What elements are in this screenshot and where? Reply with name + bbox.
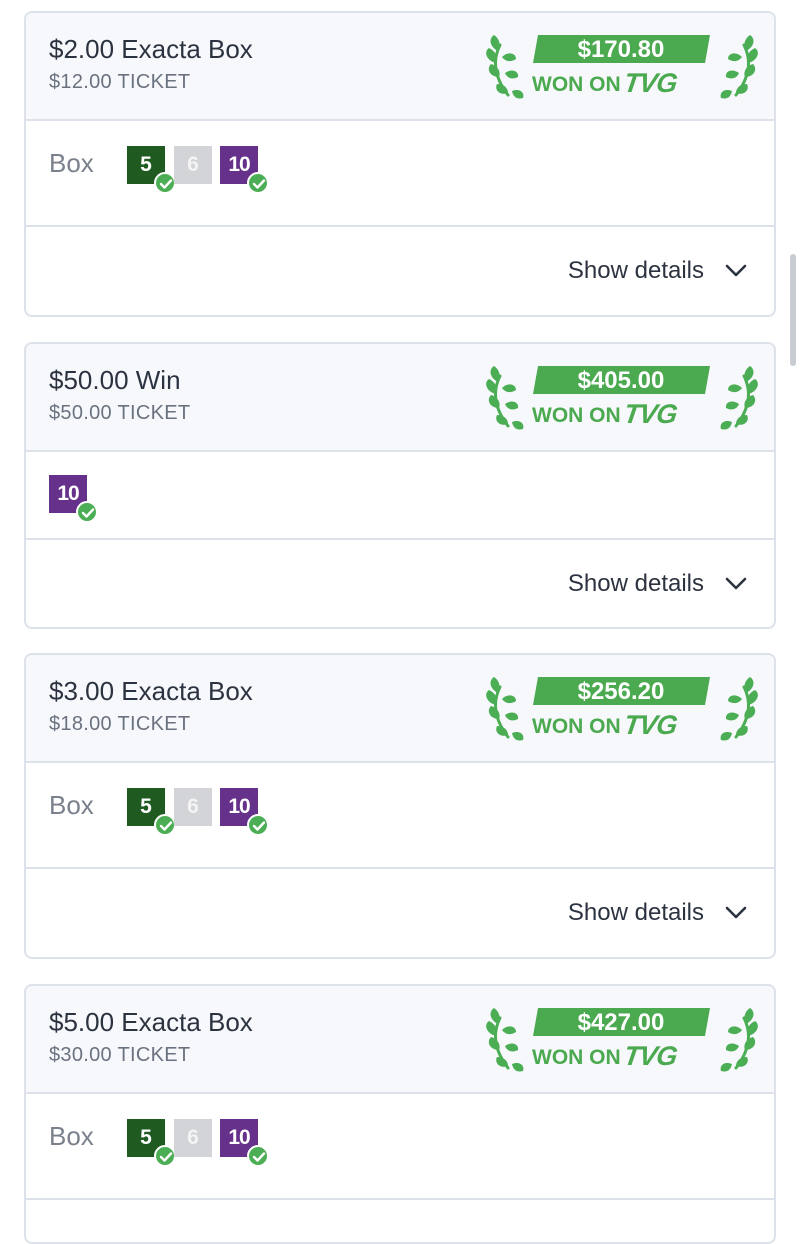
won-on-label: WON ON [532,1046,621,1069]
runner-saddlecloth-5: 5 [127,788,176,836]
laurel-wreath-icon [720,35,758,99]
laurel-wreath-icon [720,677,758,741]
laurel-wreath-icon [720,1008,758,1072]
runner-number: 10 [228,1126,250,1149]
won-on-label: WON ON [532,73,621,96]
won-badge: $427.00 WON ON TVG [486,1006,758,1076]
runner-saddlecloth-5: 5 [127,146,176,194]
wager-card: $2.00 Exacta Box $12.00 TICKET $170.80 WO… [24,11,776,317]
runner-number: 5 [140,1126,152,1149]
wager-title: $3.00 Exacta Box [49,676,253,706]
wager-title: $5.00 Exacta Box [49,1007,253,1037]
chevron-down-icon[interactable] [724,905,748,921]
show-details-row[interactable]: Show details [26,540,774,627]
laurel-wreath-icon [486,366,524,430]
ticket-cost: $30.00 TICKET [49,1044,191,1066]
payout-amount: $170.80 [578,36,665,63]
wager-card: $50.00 Win $50.00 TICKET $405.00 WON ON TV… [24,342,776,629]
wager-card-header: $2.00 Exacta Box $12.00 TICKET $170.80 WO… [26,13,774,121]
runner-saddlecloth-10: 10 [49,475,98,523]
ticket-cost: $50.00 TICKET [49,402,191,424]
wager-title: $50.00 Win [49,365,181,395]
scrollbar-thumb[interactable] [790,254,796,366]
won-on-label: WON ON [532,404,621,427]
chevron-down-icon[interactable] [724,576,748,592]
wager-card-header: $5.00 Exacta Box $30.00 TICKET $427.00 WO… [26,986,774,1094]
wager-card: $3.00 Exacta Box $18.00 TICKET $256.20 WO… [24,653,776,959]
runner-saddlecloth-5: 5 [127,1119,176,1167]
check-circle-icon [154,814,176,836]
check-circle-icon [76,501,98,523]
laurel-wreath-icon [486,35,524,99]
payout-amount: $405.00 [578,367,665,394]
runner-saddlecloth-6: 6 [174,788,212,826]
runner-saddlecloth-6: 6 [174,146,212,184]
wager-selections: Box 5 6 10 [26,121,774,227]
wager-title: $2.00 Exacta Box [49,34,253,64]
won-badge: $170.80 WON ON TVG [486,33,758,103]
show-details-row[interactable]: Show details [26,869,774,957]
wager-history-list: $2.00 Exacta Box $12.00 TICKET $170.80 WO… [0,0,801,1244]
won-badge: $256.20 WON ON TVG [486,675,758,745]
check-circle-icon [247,1145,269,1167]
won-on-label: WON ON [532,715,621,738]
wager-card: $5.00 Exacta Box $30.00 TICKET $427.00 WO… [24,984,776,1244]
bet-type-label: Box [49,790,94,820]
ticket-cost: $12.00 TICKET [49,71,191,93]
runner-number: 10 [57,482,79,505]
wager-selections: Box 5 6 10 [26,1094,774,1200]
runner-number: 10 [228,153,250,176]
runner-number: 5 [140,795,152,818]
runner-saddlecloth-10: 10 [220,1119,269,1167]
won-badge: $405.00 WON ON TVG [486,364,758,434]
tvg-logo: TVG [622,67,680,98]
tvg-logo: TVG [622,398,680,429]
check-circle-icon [247,172,269,194]
wager-card-header: $3.00 Exacta Box $18.00 TICKET $256.20 WO… [26,655,774,763]
wager-selections: Box 5 6 10 [26,763,774,869]
laurel-wreath-icon [720,366,758,430]
runner-number: 10 [228,795,250,818]
chevron-down-icon[interactable] [724,263,748,279]
runner-number: 6 [187,153,199,176]
check-circle-icon [154,1145,176,1167]
show-details-button[interactable]: Show details [568,899,704,927]
show-details-button[interactable]: Show details [568,570,704,598]
payout-amount: $256.20 [578,678,665,705]
runner-saddlecloth-6: 6 [174,1119,212,1157]
wager-selections: 10 [26,452,774,540]
laurel-wreath-icon [486,1008,524,1072]
show-details-row[interactable]: Show details [26,227,774,315]
check-circle-icon [154,172,176,194]
check-circle-icon [247,814,269,836]
show-details-button[interactable]: Show details [568,257,704,285]
ticket-cost: $18.00 TICKET [49,713,191,735]
laurel-wreath-icon [486,677,524,741]
bet-type-label: Box [49,148,94,178]
bet-type-label: Box [49,1121,94,1151]
wager-card-header: $50.00 Win $50.00 TICKET $405.00 WON ON TV… [26,344,774,452]
runner-saddlecloth-10: 10 [220,146,269,194]
runner-saddlecloth-10: 10 [220,788,269,836]
runner-number: 5 [140,153,152,176]
runner-number: 6 [187,1126,199,1149]
runner-number: 6 [187,795,199,818]
tvg-logo: TVG [622,1040,680,1071]
payout-amount: $427.00 [578,1009,665,1036]
tvg-logo: TVG [622,709,680,740]
